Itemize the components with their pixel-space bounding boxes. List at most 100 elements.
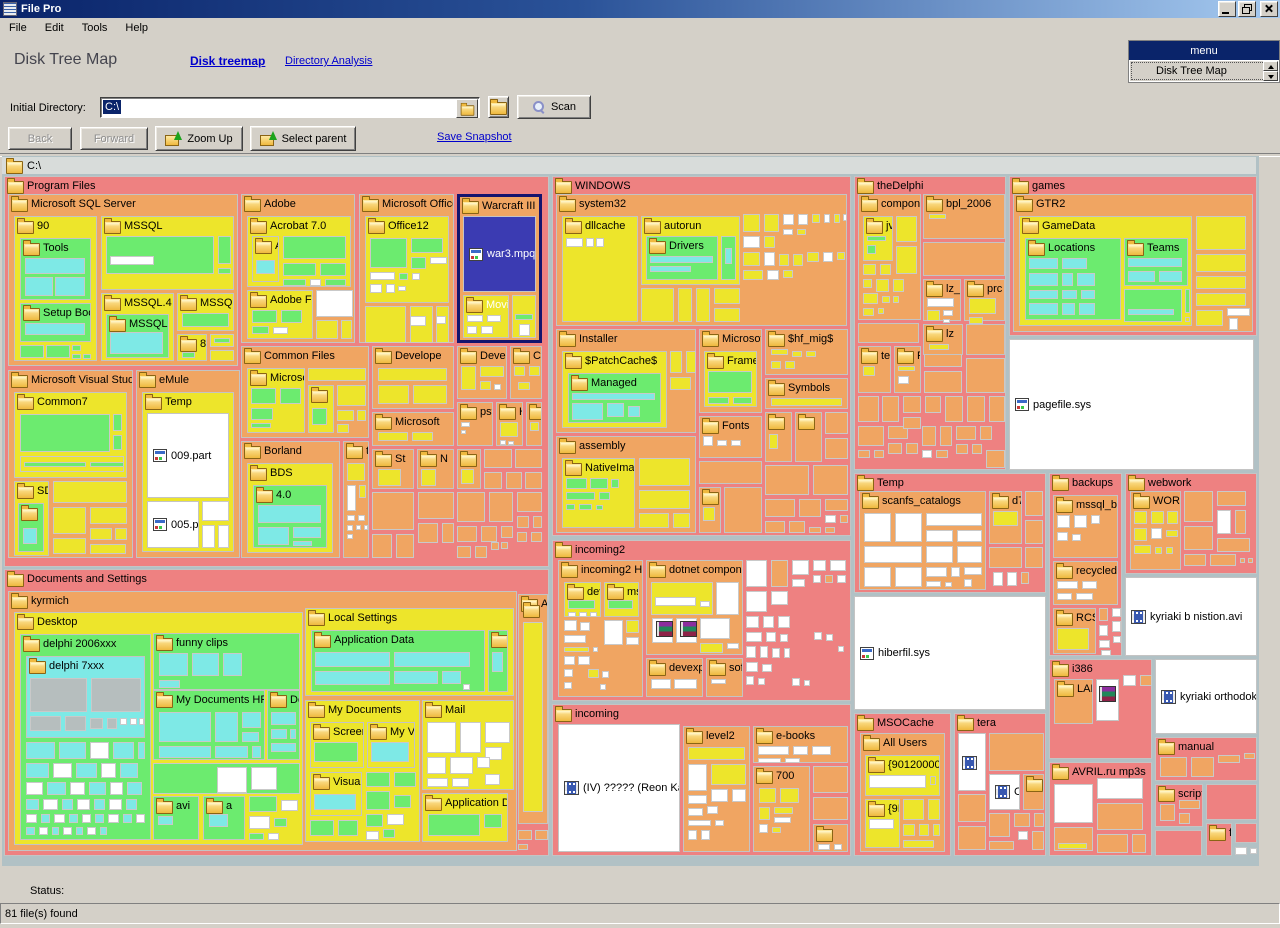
treemap-rect (1166, 547, 1173, 554)
treemap-cell[interactable] (795, 412, 822, 462)
treemap-rect (372, 492, 414, 530)
zoom-up-button[interactable]: Zoom Up (155, 126, 243, 151)
treemap-node-hiberfil-sys[interactable]: hiberfil.sys (854, 596, 1046, 710)
forward-button[interactable]: Forward (80, 127, 148, 150)
treemap-label: Microsoft Office (382, 198, 453, 210)
select-parent-button[interactable]: Select parent (250, 126, 356, 151)
treemap-cell[interactable] (858, 323, 919, 343)
treemap-rect (1151, 511, 1164, 524)
treemap-node-iv-reon-kade[interactable]: (IV) ????? (Reon Kade (558, 724, 680, 852)
treemap-rect (783, 214, 794, 225)
close-icon[interactable] (1260, 1, 1278, 17)
treemap-rect (1179, 800, 1200, 809)
tab-disk-treemap[interactable]: Disk treemap (190, 54, 265, 68)
open-folder-button[interactable] (488, 96, 509, 118)
treemap-node-header: eMule (137, 371, 239, 389)
treemap-label: script (1178, 788, 1202, 800)
treemap-node-009-part[interactable]: 009.part (147, 413, 229, 498)
spinner-up-icon[interactable] (1263, 61, 1278, 71)
zoom-up-label: Zoom Up (187, 133, 232, 145)
treemap-rect (825, 575, 833, 583)
treemap-rect (1196, 276, 1246, 289)
treemap-rect (837, 575, 846, 583)
treemap-rect (130, 718, 137, 725)
treemap-rect (771, 560, 788, 587)
treemap-node-f[interactable]: f (1206, 823, 1232, 856)
treemap-cell[interactable] (724, 487, 762, 533)
treemap-node-lan[interactable]: LAN (1054, 679, 1093, 724)
browse-combo-button[interactable] (456, 99, 478, 118)
folder-icon (1158, 789, 1175, 802)
treemap-rect (283, 236, 346, 259)
treemap-canvas[interactable]: C:\ Program FilesMicrosoft SQL Server90T… (2, 156, 1259, 866)
treemap-cell[interactable] (1155, 830, 1202, 856)
initial-directory-input[interactable]: C:\ (100, 97, 480, 118)
treemap-rect (271, 729, 287, 739)
folder-icon (313, 777, 330, 790)
tab-directory-analysis[interactable]: Directory Analysis (285, 55, 372, 67)
treemap-node-header: Microsoft SQL Server (9, 195, 237, 213)
treemap-rect (89, 782, 106, 795)
folder-icon (649, 565, 666, 578)
folder-icon (861, 351, 878, 364)
treemap-cell[interactable] (1206, 784, 1257, 820)
folder-icon (368, 221, 385, 234)
treemap-node-devexp[interactable]: devexp (646, 658, 703, 697)
menu-file[interactable]: File (0, 20, 36, 36)
treemap-rect (242, 732, 259, 742)
folder-icon (857, 181, 874, 194)
restore-icon[interactable] (1238, 1, 1256, 17)
treemap-node-ch[interactable]: Ch (989, 774, 1020, 810)
save-snapshot-link[interactable]: Save Snapshot (437, 131, 512, 143)
treemap-label: GTR2 (1036, 198, 1065, 210)
treemap-label: MSOCache (877, 717, 934, 729)
treemap-node-war3-mpq[interactable]: war3.mpq (463, 216, 536, 292)
treemap-rect (487, 315, 501, 322)
treemap-rect (958, 826, 986, 850)
treemap-node-pagefile-sys[interactable]: pagefile.sys (1009, 339, 1254, 470)
movie-icon (1161, 690, 1176, 704)
treemap-node-kyriaki-b-nistion-avi[interactable]: kyriaki b nistion.avi (1125, 577, 1257, 656)
folder-icon (29, 661, 46, 674)
treemap-rect (784, 648, 790, 658)
treemap-node-kyriaki-orthodoks[interactable]: kyriaki orthodoks (1155, 659, 1257, 734)
treemap-cell[interactable] (923, 242, 1005, 276)
file-icon (469, 248, 483, 261)
treemap-node-005-p[interactable]: 005.p (147, 501, 199, 548)
treemap-node-a[interactable]: A (252, 236, 279, 282)
treemap-root[interactable]: C:\ (2, 157, 1256, 174)
treemap-rect (90, 528, 112, 540)
treemap-cell[interactable] (989, 733, 1044, 771)
treemap-rect (159, 712, 211, 742)
treemap-node-lz[interactable]: lz (923, 324, 963, 355)
treemap-label: LAN (1077, 683, 1092, 695)
menu-tools[interactable]: Tools (73, 20, 117, 36)
treemap-rect (1099, 608, 1108, 621)
treemap-rect (1229, 318, 1238, 330)
menu-help[interactable]: Help (116, 20, 157, 36)
menu-edit[interactable]: Edit (36, 20, 73, 36)
menu-panel-selection[interactable]: Disk Tree Map (1129, 60, 1279, 82)
treemap-rect (110, 332, 163, 354)
treemap-label: AVRIL.ru mp3s (1072, 766, 1146, 778)
folder-icon (649, 241, 666, 254)
treemap-node-soft[interactable]: soft (706, 658, 743, 697)
treemap-rect (674, 679, 697, 689)
treemap-cell[interactable] (966, 324, 1005, 355)
treemap-cell[interactable] (1235, 823, 1257, 843)
treemap-rect (378, 432, 408, 441)
treemap-rect (708, 371, 752, 393)
treemap-rect (792, 579, 805, 587)
scan-button[interactable]: Scan (517, 95, 591, 119)
treemap-node-dllcache[interactable]: dllcache (562, 216, 638, 322)
folder-icon (23, 243, 40, 256)
treemap-rect (46, 345, 70, 358)
treemap-rect (480, 381, 491, 390)
treemap-cell[interactable] (699, 461, 762, 484)
folder-icon (1012, 181, 1029, 194)
back-button[interactable]: Back (8, 127, 72, 150)
treemap-node-k[interactable]: k (1023, 774, 1044, 810)
spinner-down-icon[interactable] (1263, 71, 1278, 81)
minimize-icon[interactable] (1218, 1, 1236, 17)
treemap-rect (700, 643, 723, 653)
